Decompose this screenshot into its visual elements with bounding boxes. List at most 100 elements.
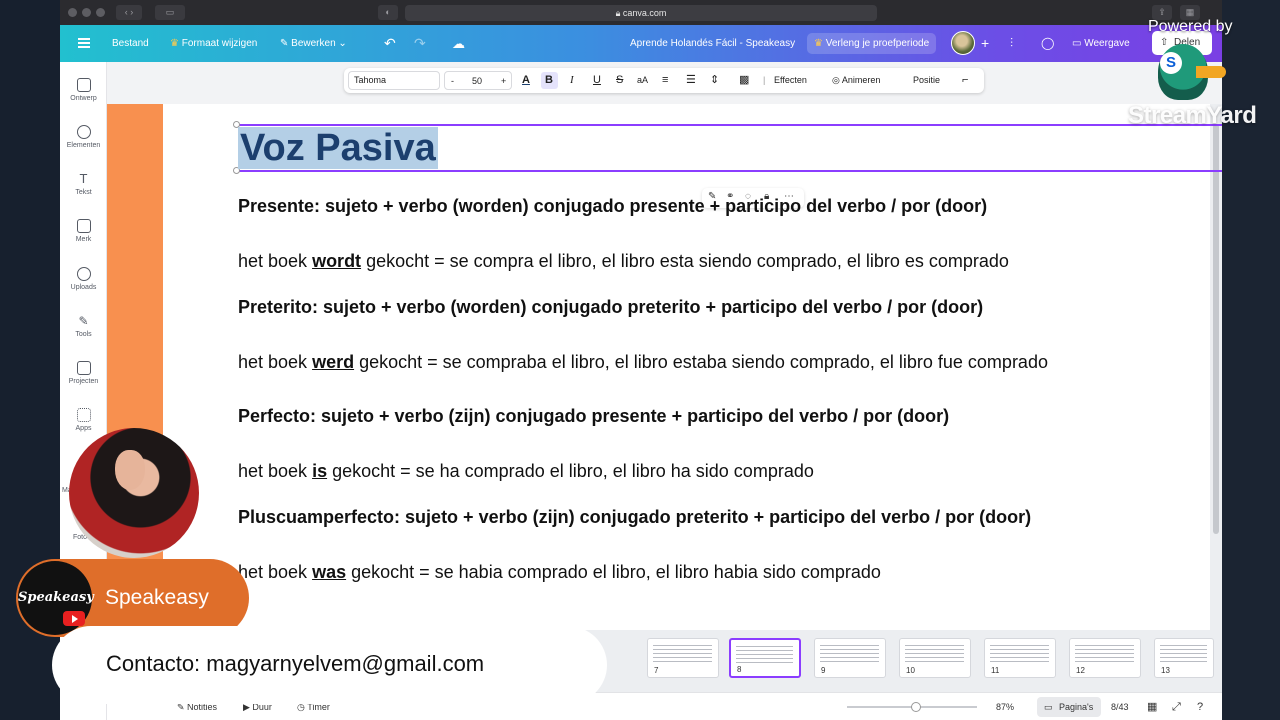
thumbnail-number: 7	[654, 666, 659, 675]
underline-icon[interactable]: U	[593, 68, 601, 93]
page-thumbnail[interactable]: 9	[814, 638, 886, 678]
rule-line-preterito[interactable]: Preterito: sujeto + verbo (worden) conju…	[238, 297, 983, 318]
resize-button[interactable]: ♛ Formaat wijzigen	[170, 25, 257, 62]
privacy-shield-icon[interactable]: ◐	[378, 5, 398, 20]
page-thumbnail[interactable]: 11	[984, 638, 1056, 678]
transparency-icon[interactable]: ▩	[739, 68, 749, 93]
insights-chart-icon[interactable]: ⫶	[1010, 25, 1013, 62]
sidebar-item-label: Projecten	[68, 378, 99, 385]
add-collaborator-icon[interactable]: +	[981, 25, 989, 62]
back-forward-icon[interactable]: ‹ ›	[116, 5, 142, 20]
effects-button[interactable]: Effecten	[774, 68, 807, 93]
sidebar-item-apps[interactable]: Apps	[60, 408, 107, 432]
increase-size-button[interactable]: +	[501, 69, 506, 94]
slide-canvas[interactable]: ↻ Voz Pasiva ✎ ⚭ ◌ 🔒︎ ⋯ Presente: sujeto…	[107, 104, 1222, 630]
presenter-face	[115, 450, 145, 490]
pages-button[interactable]: ▭ Pagina's	[1037, 697, 1101, 717]
thumbnail-number: 11	[991, 666, 1000, 675]
slide-title[interactable]: Voz Pasiva	[238, 127, 438, 169]
paint-roller-icon[interactable]: ⌐	[962, 68, 968, 93]
shapes-icon	[76, 125, 91, 139]
letter-case-icon[interactable]: aA	[637, 68, 648, 93]
redo-icon[interactable]: ↷	[414, 25, 426, 62]
example-line-preterito[interactable]: het boek werd gekocht = se compraba el l…	[238, 352, 1048, 373]
thumbnail-preview	[1160, 645, 1207, 665]
thumbnail-preview	[820, 645, 879, 665]
layout-icon	[76, 78, 91, 92]
crown-icon: ♛	[814, 38, 826, 49]
example-line-perfecto[interactable]: het boek is gekocht = se ha comprado el …	[238, 461, 814, 482]
channel-name: Speakeasy	[105, 586, 209, 609]
position-button[interactable]: Positie	[913, 68, 940, 93]
thumbnail-preview	[905, 645, 964, 665]
page-thumbnail[interactable]: 12	[1069, 638, 1141, 678]
rule-line-presente[interactable]: Presente: sujeto + verbo (worden) conjug…	[238, 196, 987, 217]
example-line-presente[interactable]: het boek wordt gekocht = se compra el li…	[238, 251, 1009, 272]
grid-view-icon[interactable]: ▦	[1147, 693, 1157, 720]
strikethrough-icon[interactable]: S	[616, 68, 623, 93]
sidebar-toggle-icon[interactable]: ▭	[155, 5, 185, 20]
canva-top-bar: Bestand ♛ Formaat wijzigen ✎ Bewerken ⌄ …	[60, 25, 1222, 62]
sidebar-item-design[interactable]: Ontwerp	[60, 78, 107, 102]
decrease-size-button[interactable]: -	[451, 69, 454, 94]
spacing-icon[interactable]: ⇕	[710, 68, 719, 93]
edit-menu[interactable]: ✎ Bewerken ⌄	[280, 25, 347, 62]
file-menu[interactable]: Bestand	[112, 25, 149, 62]
minimize-window-dot[interactable]	[82, 8, 91, 17]
align-left-icon[interactable]: ≡	[662, 68, 668, 93]
example-prefix: het boek	[238, 352, 313, 372]
zoom-slider-handle[interactable]	[911, 702, 921, 712]
sidebar-item-tools[interactable]: ✎ Tools	[60, 314, 107, 338]
view-label: Weergave	[1084, 38, 1130, 49]
page-thumbnail[interactable]: 10	[899, 638, 971, 678]
rule-line-pluscuamperfecto[interactable]: Pluscuamperfecto: sujeto + verbo (zijn) …	[238, 507, 1031, 528]
browser-chrome: ‹ › ▭ ◐ 🔒︎ canva.com ⇪ ▦	[60, 0, 1222, 25]
scrollbar-thumb[interactable]	[1213, 124, 1219, 534]
sidebar-item-label: Merk	[75, 236, 92, 243]
example-verb: was	[312, 562, 347, 582]
user-avatar[interactable]	[951, 31, 975, 55]
example-line-pluscuamperfecto[interactable]: het boek was gekocht = se habia comprado…	[238, 562, 881, 583]
bold-icon[interactable]: B	[545, 68, 553, 93]
comment-icon[interactable]: ◯	[1041, 25, 1054, 62]
font-size-value[interactable]: 50	[472, 69, 482, 94]
page-thumbnail[interactable]: 13	[1154, 638, 1214, 678]
animate-button[interactable]: ◎ Animeren	[832, 68, 880, 93]
cloud-saved-icon[interactable]: ☁	[452, 25, 465, 62]
rule-line-perfecto[interactable]: Perfecto: sujeto + verbo (zijn) conjugad…	[238, 406, 949, 427]
sidebar-item-text[interactable]: T Tekst	[60, 171, 107, 197]
close-window-dot[interactable]	[68, 8, 77, 17]
zoom-level[interactable]: 87%	[996, 693, 1014, 720]
font-family-select[interactable]: Tahoma	[348, 71, 440, 90]
present-view-button[interactable]: ▭ Weergave	[1072, 25, 1130, 62]
address-bar[interactable]: 🔒︎ canva.com	[405, 5, 877, 21]
streamyard-wordmark: StreamYard	[1128, 102, 1257, 129]
hamburger-menu-icon[interactable]	[78, 38, 90, 48]
fullscreen-icon[interactable]: ⤢	[1172, 693, 1181, 720]
undo-icon[interactable]: ↶	[384, 25, 396, 62]
text-color-icon[interactable]: A	[522, 68, 530, 93]
chevron-down-icon: ⌄	[335, 38, 347, 49]
italic-icon[interactable]: I	[570, 68, 574, 93]
folder-icon	[76, 361, 91, 375]
thumbnail-number: 8	[737, 665, 742, 674]
text-t-icon: T	[79, 171, 88, 186]
sidebar-item-elements[interactable]: Elementen	[60, 125, 107, 149]
list-icon[interactable]: ☰	[686, 68, 696, 93]
draw-tools-icon: ✎	[78, 314, 89, 328]
text-format-toolbar: Tahoma - 50 + A B I U S aA ≡ ☰ ⇕ ▩ | Eff…	[344, 68, 984, 93]
page-counter: 8/43	[1111, 702, 1129, 712]
help-icon[interactable]: ?	[1197, 693, 1203, 720]
streamyard-mascot-beak	[1196, 66, 1226, 78]
pencil-icon: ✎	[280, 38, 292, 49]
sidebar-item-uploads[interactable]: Uploads	[60, 267, 107, 291]
canvas-scrollbar[interactable]	[1210, 104, 1222, 630]
page-thumbnail-active[interactable]: 8	[729, 638, 801, 678]
extend-trial-button[interactable]: ♛ Verleng je proefperiode	[807, 33, 937, 54]
page-thumbnail[interactable]: 7	[647, 638, 719, 678]
sidebar-item-brand[interactable]: Merk	[60, 219, 107, 243]
document-title[interactable]: Aprende Holandés Fácil - Speakeasy	[630, 25, 795, 62]
sidebar-item-projects[interactable]: Projecten	[60, 361, 107, 385]
example-rest: gekocht = se compraba el libro, el libro…	[354, 352, 1048, 372]
maximize-window-dot[interactable]	[96, 8, 105, 17]
